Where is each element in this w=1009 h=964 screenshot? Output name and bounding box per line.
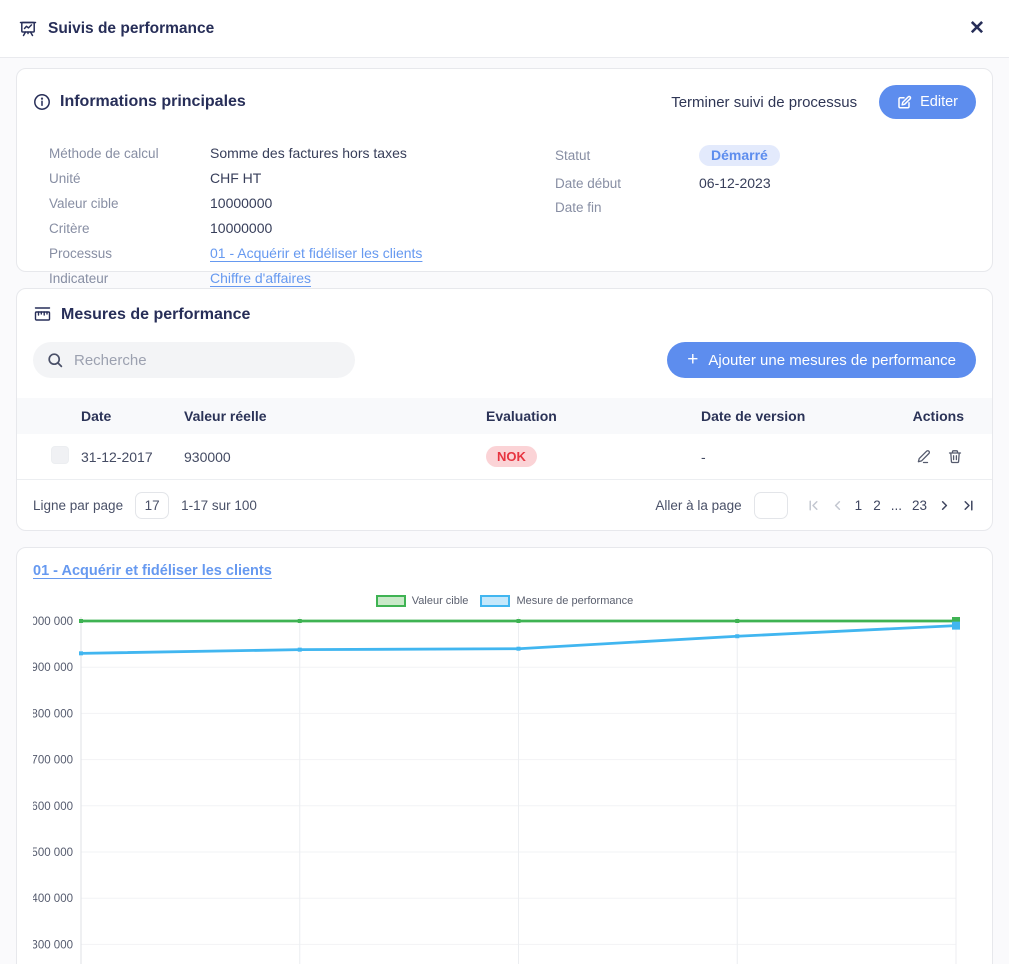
goto-page-input[interactable] (754, 492, 788, 519)
goto-page-label: Aller à la page (655, 498, 741, 513)
info-card-title: Informations principales (60, 93, 246, 111)
field-unite: Unité CHF HT (49, 170, 555, 189)
field-methode-de-calcul: Méthode de calcul Somme des factures hor… (49, 145, 555, 164)
mesures-de-performance-card: Mesures de performance + Ajouter une mes… (16, 288, 993, 531)
svg-text:500 000: 500 000 (33, 847, 73, 859)
prev-page-icon[interactable] (830, 498, 845, 513)
close-icon[interactable]: ✕ (963, 15, 991, 43)
add-measure-button[interactable]: + Ajouter une mesures de performance (667, 342, 976, 378)
field-date-fin: Date fin (555, 200, 976, 219)
search-input[interactable] (74, 352, 341, 369)
legend-swatch-valeur-cible (376, 595, 406, 607)
col-date-de-version: Date de version (701, 408, 882, 424)
search-icon (47, 352, 64, 369)
mesures-card-title: Mesures de performance (61, 306, 250, 324)
status-badge: Démarré (699, 145, 780, 166)
col-evaluation: Evaluation (486, 408, 701, 424)
rows-per-page-label: Ligne par page (33, 498, 123, 513)
chart-title-link[interactable]: 01 - Acquérir et fidéliser les clients (33, 563, 272, 579)
field-valeur-cible: Valeur cible 10000000 (49, 195, 555, 214)
col-date: Date (81, 408, 184, 424)
add-measure-button-label: Ajouter une mesures de performance (708, 352, 956, 369)
page-ellipsis: ... (891, 498, 902, 513)
line-chart: 1 000 000 900 000 800 000 700 000 600 000 500… (33, 613, 976, 964)
rows-per-page-input[interactable] (135, 492, 169, 519)
last-page-icon[interactable] (961, 498, 976, 513)
page-2-button[interactable]: 2 (872, 498, 882, 513)
delete-row-button[interactable] (946, 448, 964, 466)
cell-date: 31-12-2017 (81, 449, 184, 465)
legend-label-valeur-cible: Valeur cible (412, 595, 469, 607)
indicateur-link[interactable]: Chiffre d'affaires (210, 270, 311, 286)
ruler-icon (33, 305, 52, 324)
first-page-icon[interactable] (806, 498, 821, 513)
range-label: 1-17 sur 100 (181, 498, 257, 513)
svg-text:1 000 000: 1 000 000 (33, 616, 73, 628)
svg-text:300 000: 300 000 (33, 939, 73, 951)
measures-table: Date Valeur réelle Evaluation Date de ve… (17, 398, 992, 480)
process-chart-card: 01 - Acquérir et fidéliser les clients V… (16, 547, 993, 964)
next-page-icon[interactable] (937, 498, 952, 513)
edit-button[interactable]: Editer (879, 85, 976, 119)
chart-legend: Valeur cible Mesure de performance (33, 593, 976, 609)
dialog-header: Suivis de performance ✕ (0, 0, 1009, 58)
field-processus: Processus 01 - Acquérir et fidéliser les… (49, 245, 555, 264)
row-checkbox[interactable] (51, 446, 69, 464)
legend-swatch-mesure (480, 595, 510, 607)
svg-text:800 000: 800 000 (33, 708, 73, 720)
info-icon (33, 93, 51, 111)
edit-icon (897, 95, 912, 110)
page-23-button[interactable]: 23 (911, 498, 928, 513)
informations-principales-card: Informations principales Terminer suivi … (16, 68, 993, 272)
page-1-button[interactable]: 1 (854, 498, 864, 513)
trash-icon (946, 448, 964, 466)
nok-badge: NOK (486, 446, 537, 467)
table-footer: Ligne par page 1-17 sur 100 Aller à la p… (17, 480, 992, 530)
col-actions: Actions (882, 408, 992, 424)
processus-link[interactable]: 01 - Acquérir et fidéliser les clients (210, 245, 422, 261)
pencil-icon (914, 448, 932, 466)
performance-board-icon (18, 19, 38, 39)
page-title: Suivis de performance (48, 20, 214, 38)
legend-item-mesure: Mesure de performance (480, 595, 633, 607)
plus-icon: + (687, 350, 698, 369)
legend-label-mesure: Mesure de performance (516, 595, 633, 607)
field-critere: Critère 10000000 (49, 220, 555, 239)
svg-text:400 000: 400 000 (33, 893, 73, 905)
svg-text:900 000: 900 000 (33, 662, 73, 674)
table-header-checkbox-cell (51, 407, 69, 425)
edit-row-button[interactable] (914, 448, 932, 466)
field-date-debut: Date début 06-12-2023 (555, 175, 976, 194)
svg-text:600 000: 600 000 (33, 801, 73, 813)
terminer-suivi-button[interactable]: Terminer suivi de processus (671, 94, 857, 111)
search-box[interactable] (33, 342, 355, 378)
col-valeur-reelle: Valeur réelle (184, 408, 486, 424)
table-row: 31-12-2017 930000 NOK - (17, 434, 992, 480)
cell-valeur-reelle: 930000 (184, 449, 486, 465)
svg-text:700 000: 700 000 (33, 755, 73, 767)
field-indicateur: Indicateur Chiffre d'affaires (49, 270, 555, 289)
table-header-row: Date Valeur réelle Evaluation Date de ve… (17, 398, 992, 434)
edit-button-label: Editer (920, 94, 958, 110)
legend-item-valeur-cible: Valeur cible (376, 595, 469, 607)
field-statut: Statut Démarré (555, 145, 976, 166)
cell-date-version: - (701, 449, 882, 465)
